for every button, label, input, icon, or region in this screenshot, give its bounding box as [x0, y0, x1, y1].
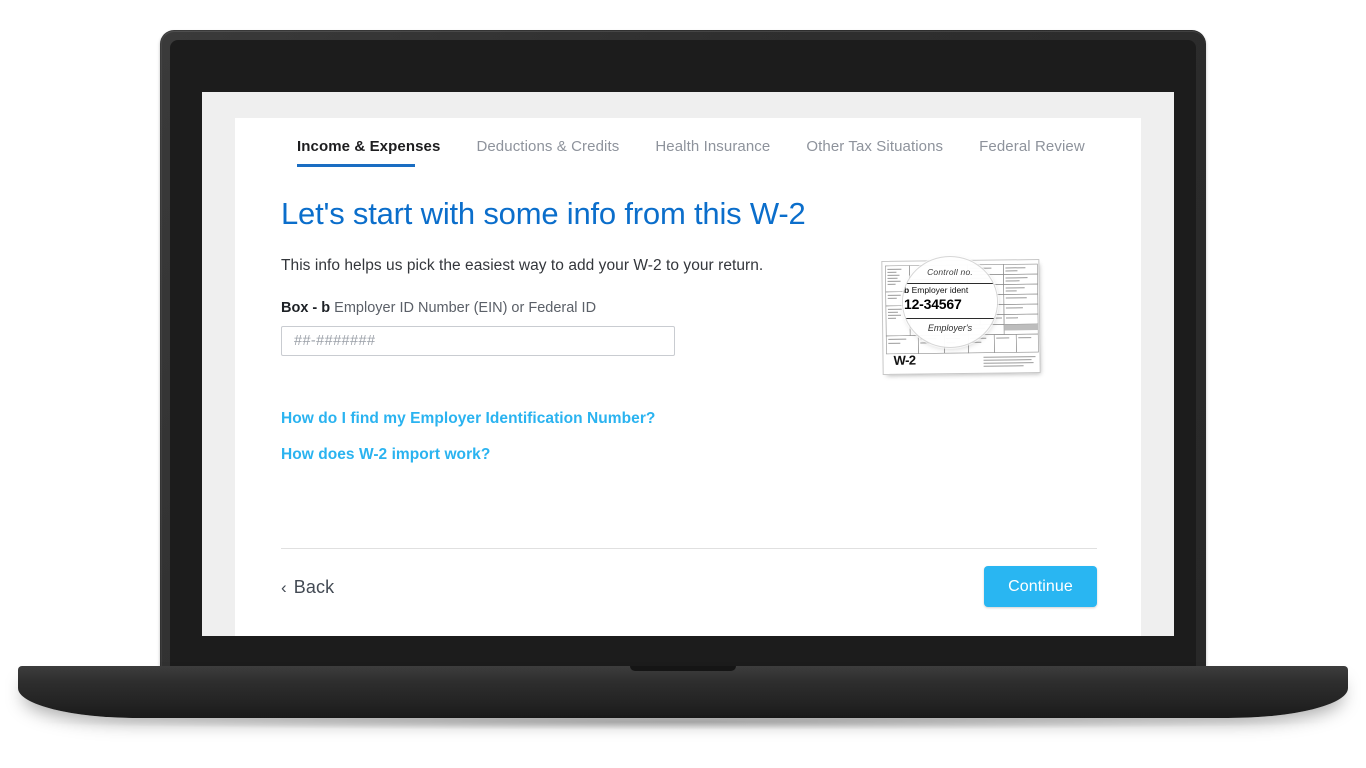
tab-label: Other Tax Situations [806, 138, 944, 155]
tab-other-tax-situations[interactable]: Other Tax Situations [788, 138, 961, 167]
tab-federal-review[interactable]: Federal Review [961, 138, 1103, 167]
lens-control-number-text: Controll no. [927, 267, 973, 277]
chevron-left-icon: ‹ [281, 578, 287, 597]
primary-tab-bar: Income & Expenses Deductions & Credits H… [297, 138, 1103, 167]
back-button-label: Back [293, 577, 335, 597]
laptop-base [18, 666, 1348, 718]
lens-employers-text: Employer's [927, 323, 973, 333]
tab-deductions-credits[interactable]: Deductions & Credits [458, 138, 637, 167]
continue-button[interactable]: Continue [984, 566, 1097, 607]
lens-box-letter: b [904, 285, 910, 295]
lens-ein-caption: b Employer ident [904, 285, 997, 296]
lens-ein-box: b Employer ident 12-34567 [903, 283, 997, 319]
lens-box-caption-text: Employer ident [911, 285, 969, 295]
tab-label: Federal Review [979, 138, 1085, 155]
app-content-card: Income & Expenses Deductions & Credits H… [235, 118, 1141, 636]
tab-health-insurance[interactable]: Health Insurance [637, 138, 788, 167]
tab-active-underline [297, 164, 415, 167]
tab-label: Deductions & Credits [476, 138, 620, 155]
laptop-drop-shadow [40, 714, 1326, 730]
ein-input[interactable] [281, 325, 675, 356]
page-title: Let's start with some info from this W-2 [281, 196, 806, 231]
tab-label: Income & Expenses [297, 138, 441, 155]
w2-form-label: W-2 [893, 352, 916, 368]
ein-field-label-bold: Box - b [281, 299, 331, 316]
magnifier-lens-icon: Controll no. b Employer ident 12-34567 E… [902, 256, 998, 348]
help-links: How do I find my Employer Identification… [281, 410, 1097, 464]
back-button[interactable]: ‹ Back [281, 577, 334, 598]
footer-divider [281, 548, 1097, 549]
w2-form-thumbnail: W-2 Controll no. b Employer ident 12-345… [876, 256, 1041, 378]
lens-ein-value: 12-34567 [904, 296, 962, 312]
screenshot-root: Income & Expenses Deductions & Credits H… [0, 0, 1366, 768]
tab-income-expenses[interactable]: Income & Expenses [297, 138, 458, 167]
laptop-screen: Income & Expenses Deductions & Credits H… [202, 92, 1174, 636]
ein-field-label-rest: Employer ID Number (EIN) or Federal ID [330, 299, 597, 316]
tab-label: Health Insurance [655, 138, 771, 155]
link-w2-import[interactable]: How does W-2 import work? [281, 446, 1097, 464]
link-find-ein[interactable]: How do I find my Employer Identification… [281, 410, 1097, 428]
